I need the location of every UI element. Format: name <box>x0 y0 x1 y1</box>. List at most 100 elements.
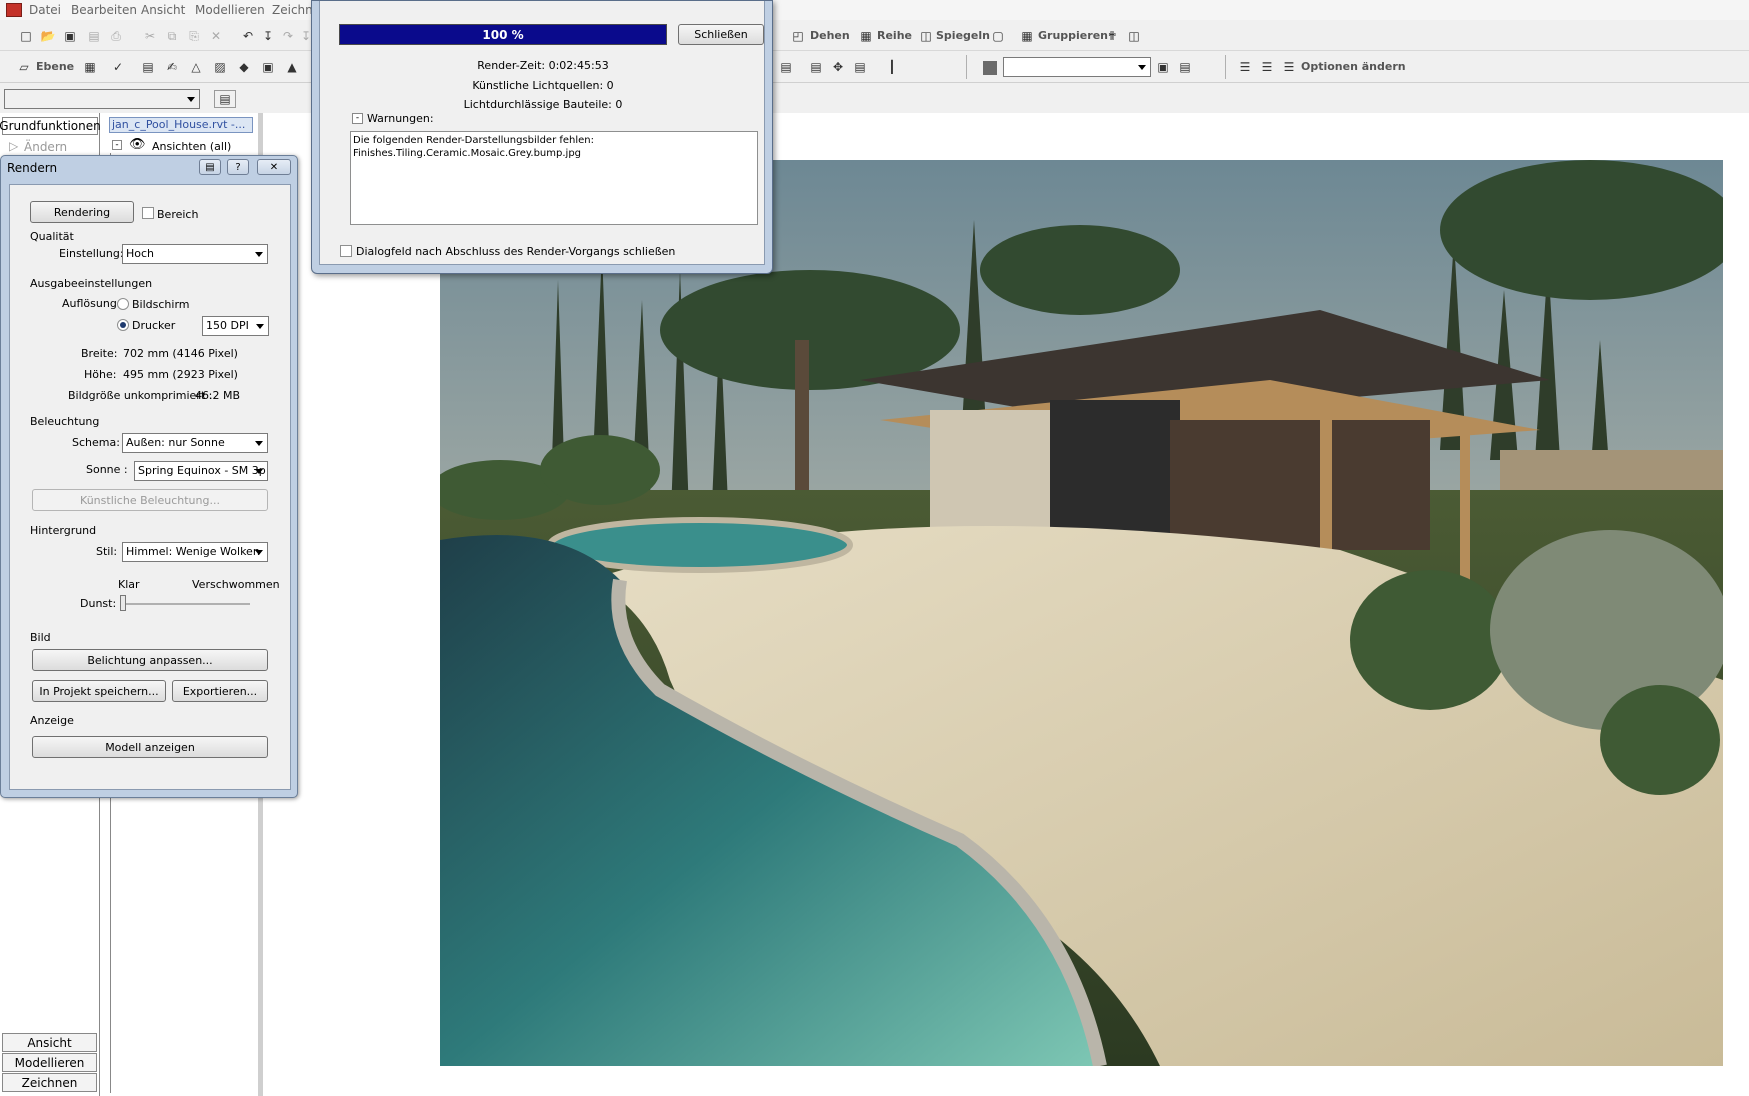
tab-modellieren[interactable]: Modellieren <box>2 1053 97 1072</box>
drucker-radio[interactable] <box>117 319 129 331</box>
dialog-title: Rendern <box>7 161 58 175</box>
copy-icon[interactable]: ⧉ <box>164 28 180 44</box>
anzeige-group: Anzeige <box>30 714 74 727</box>
progress-body: 100 % Schließen Render-Zeit: 0:02:45:53 … <box>319 1 765 265</box>
menu-zeichnen[interactable]: Zeichn <box>272 3 313 17</box>
tool-f-icon[interactable]: ▣ <box>260 59 276 75</box>
export-icon[interactable]: ▤ <box>86 28 102 44</box>
workplane-icon[interactable]: ▱ <box>16 59 32 75</box>
new-file-icon[interactable]: □ <box>18 28 34 44</box>
tool-c-icon[interactable]: △ <box>188 59 204 75</box>
hintergrund-group: Hintergrund <box>30 524 97 537</box>
tool-d-icon[interactable]: ▨ <box>212 59 228 75</box>
tab-grundfunktionen[interactable]: Grundfunktionen <box>0 117 101 135</box>
undo-list-icon[interactable]: ↧ <box>260 28 276 44</box>
tool-e-icon[interactable]: ◆ <box>236 59 252 75</box>
drucker-label: Drucker <box>132 319 176 332</box>
dehen-button[interactable]: Dehen <box>810 29 850 42</box>
browser-file-tab[interactable]: jan_c_Pool_House.rvt -... <box>109 117 253 133</box>
belichtung-anpassen-button[interactable]: Belichtung anpassen... <box>32 649 268 671</box>
menu-datei[interactable]: Datei <box>29 3 61 17</box>
kuenstliche-beleuchtung-button[interactable]: Künstliche Beleuchtung... <box>32 489 268 511</box>
delete-icon[interactable]: ✕ <box>208 28 224 44</box>
open-file-icon[interactable]: 📂 <box>40 28 56 44</box>
array-icon[interactable]: ▦ <box>858 28 874 44</box>
menu-modellieren[interactable]: Modellieren <box>195 3 265 17</box>
warning-line-1: Die folgenden Render-Darstellungsbilder … <box>353 135 595 146</box>
aendern-item[interactable]: Ändern <box>24 140 67 154</box>
schema-select[interactable]: Außen: nur Sonne <box>122 433 268 453</box>
tool-h-icon[interactable]: ▤ <box>778 59 794 75</box>
hoehe-value: 495 mm (2923 Pixel) <box>123 368 238 381</box>
in-projekt-speichern-button[interactable]: In Projekt speichern... <box>32 680 166 702</box>
exportieren-button[interactable]: Exportieren... <box>172 680 268 702</box>
group-icon[interactable]: ▦ <box>1019 28 1035 44</box>
tab-ansicht[interactable]: Ansicht <box>2 1033 97 1052</box>
gruppieren-button[interactable]: Gruppieren <box>1038 29 1108 42</box>
bereich-checkbox[interactable] <box>142 207 154 219</box>
dunst-slider-thumb[interactable] <box>120 595 126 611</box>
undo-icon[interactable]: ↶ <box>240 28 256 44</box>
spiegeln-button[interactable]: Spiegeln <box>936 29 990 42</box>
paste-icon[interactable]: ⎘ <box>186 28 202 44</box>
tool-a-icon[interactable]: ▤ <box>140 59 156 75</box>
save-icon[interactable]: ▣ <box>62 28 78 44</box>
render-time: Render-Zeit: 0:02:45:53 <box>477 59 609 72</box>
type-selector[interactable] <box>1003 57 1151 77</box>
dimension-icon[interactable]: ┃ <box>884 59 900 75</box>
klar-label: Klar <box>118 578 140 591</box>
rendering-button[interactable]: Rendering <box>30 201 134 223</box>
rotate-icon[interactable]: ◰ <box>790 28 806 44</box>
pin-icon[interactable]: ✟ <box>1104 28 1120 44</box>
cut-icon[interactable]: ✂ <box>142 28 158 44</box>
stil-select[interactable]: Himmel: Wenige Wolken <box>122 542 268 562</box>
menu-ansicht[interactable]: Ansicht <box>141 3 185 17</box>
breite-value: 702 mm (4146 Pixel) <box>123 347 238 360</box>
tree-views-root[interactable]: Ansichten (all) <box>152 140 231 153</box>
collapse-icon[interactable]: - <box>112 140 122 150</box>
options-icon[interactable]: ☰ <box>1281 59 1297 75</box>
optionen-aendern-button[interactable]: Optionen ändern <box>1301 60 1406 73</box>
edit-toolbar: ▱ Ebene ▦ ✓ ▤ ✍ △ ▨ ◆ ▣ ▲ ▤ ▤ ✥ ▤ ┃ ▣ ▤ … <box>0 51 1749 83</box>
check-icon[interactable]: ✓ <box>110 59 126 75</box>
reihe-button[interactable]: Reihe <box>877 29 912 42</box>
split-icon[interactable]: ◫ <box>1126 28 1142 44</box>
sonne-select[interactable]: Spring Equinox - SM 3p <box>134 461 268 481</box>
collapse-warnings-icon[interactable]: - <box>352 113 363 124</box>
rendered-image <box>440 160 1723 1066</box>
einstellung-label: Einstellung: <box>59 247 124 260</box>
help-button[interactable]: ? <box>227 159 249 175</box>
restore-icon[interactable]: ▤ <box>199 159 221 175</box>
ebene-button[interactable]: Ebene <box>36 60 74 73</box>
copy2-icon[interactable]: ▤ <box>852 59 868 75</box>
tool-b-icon[interactable]: ✍ <box>164 59 180 75</box>
einstellung-select[interactable]: Hoch <box>122 244 268 264</box>
dpi-select[interactable]: 150 DPI <box>202 316 269 336</box>
schliessen-button[interactable]: Schließen <box>678 24 764 45</box>
close-after-checkbox[interactable] <box>340 245 352 257</box>
redo-icon[interactable]: ↷ <box>280 28 296 44</box>
properties-icon[interactable]: ▣ <box>1155 59 1171 75</box>
menu-bearbeiten[interactable]: Bearbeiten <box>71 3 137 17</box>
render-dialog: Rendern ▤ ? ✕ Rendering Bereich Qualität… <box>0 155 298 798</box>
warnings-box[interactable]: Die folgenden Render-Darstellungsbilder … <box>350 131 758 225</box>
app-logo-icon <box>6 3 22 17</box>
align-icon[interactable]: ▤ <box>808 59 824 75</box>
grid-icon[interactable]: ▦ <box>82 59 98 75</box>
list2-icon[interactable]: ☰ <box>1259 59 1275 75</box>
print-icon[interactable]: ⎙ <box>108 28 124 44</box>
bildschirm-radio[interactable] <box>117 298 129 310</box>
modell-anzeigen-button[interactable]: Modell anzeigen <box>32 736 268 758</box>
properties2-icon[interactable]: ▤ <box>1177 59 1193 75</box>
qualitaet-group: Qualität <box>30 230 74 243</box>
list-icon[interactable]: ☰ <box>1237 59 1253 75</box>
resize-icon[interactable]: ▢ <box>990 28 1006 44</box>
view-selector[interactable] <box>4 89 200 109</box>
tool-g-icon[interactable]: ▲ <box>284 59 300 75</box>
tab-zeichnen[interactable]: Zeichnen <box>2 1073 97 1092</box>
move-icon[interactable]: ✥ <box>830 59 846 75</box>
color-swatch-icon[interactable] <box>983 61 997 75</box>
close-button[interactable]: ✕ <box>257 159 291 175</box>
mirror-icon[interactable]: ◫ <box>918 28 934 44</box>
view-properties-icon[interactable]: ▤ <box>214 90 236 108</box>
